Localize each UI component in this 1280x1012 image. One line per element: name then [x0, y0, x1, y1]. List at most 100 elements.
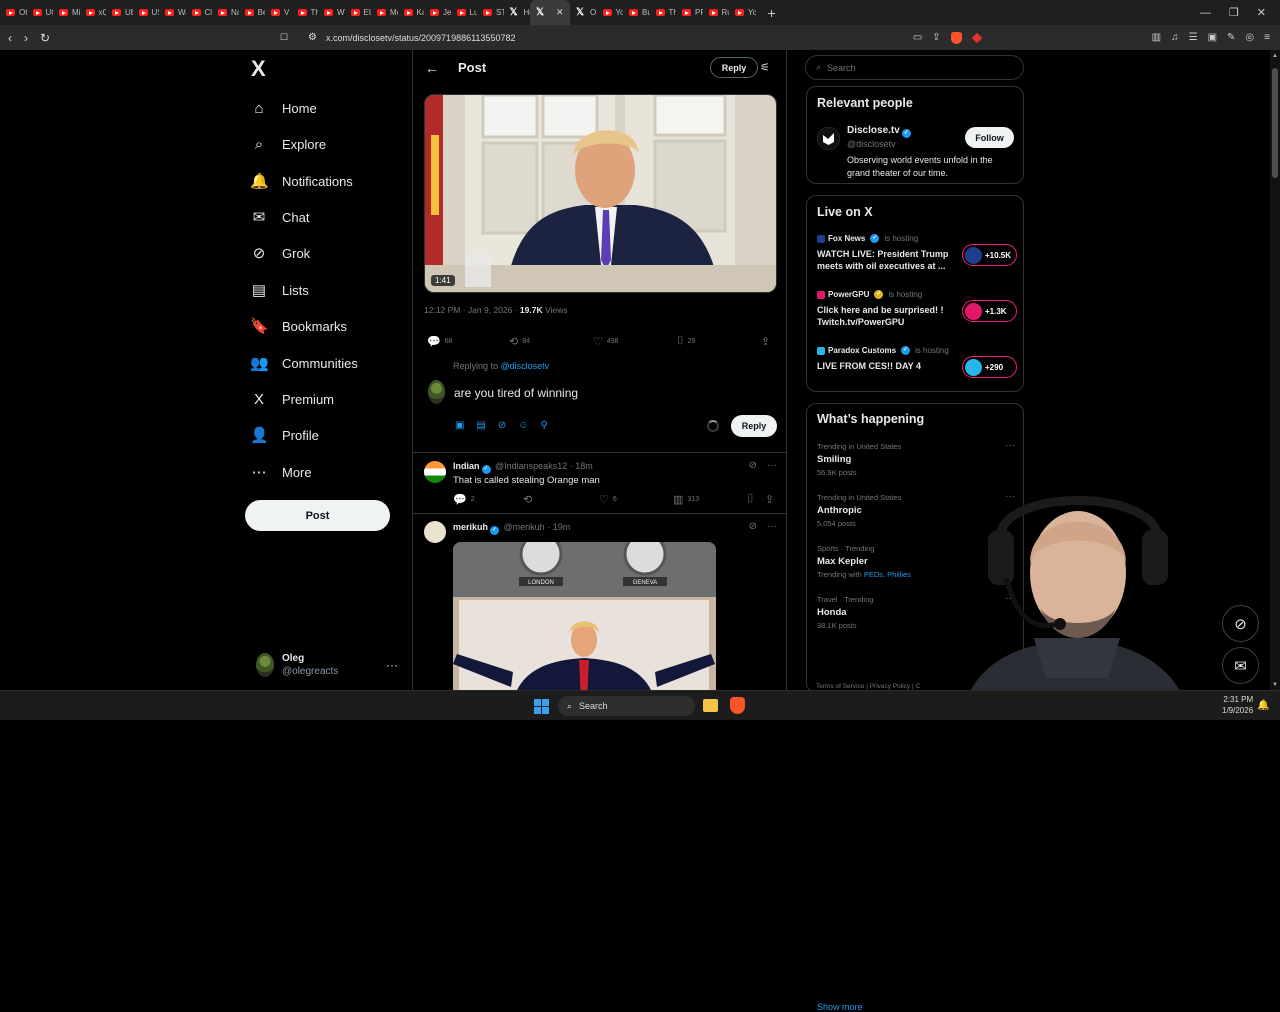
show-more-link[interactable]: Show more	[817, 1002, 863, 1012]
nav-item-grok[interactable]: ⊘ Grok	[250, 241, 310, 265]
reply-action[interactable]: 💬 2	[453, 493, 475, 506]
browser-tab[interactable]: V F	[265, 0, 292, 25]
browser-tab[interactable]: Kai	[398, 0, 424, 25]
browser-tab[interactable]: Ru	[703, 0, 729, 25]
browser-tab[interactable]: Bu	[623, 0, 650, 25]
nav-item-communities[interactable]: 👥 Communities	[250, 351, 358, 375]
trend-related-links[interactable]: PEDs, Phillies	[864, 570, 911, 579]
browser-tab[interactable]: Jer	[424, 0, 451, 25]
brave-shields-icon[interactable]	[950, 31, 962, 44]
more-dots-icon[interactable]: ···	[386, 658, 398, 672]
browser-tab[interactable]: UC	[27, 0, 53, 25]
notification-bell-icon[interactable]: 🔔	[1257, 700, 1269, 711]
reply-author-handle[interactable]: @merikuh	[504, 522, 545, 532]
more-dots-icon[interactable]: ···	[767, 521, 777, 532]
live-item[interactable]: Paradox Customs ✓ is hosting LIVE FROM CES!…	[817, 346, 1017, 392]
scroll-up-icon[interactable]: ▲	[1272, 53, 1278, 59]
x-logo[interactable]: X	[251, 56, 266, 82]
back-nav-icon[interactable]: ‹	[8, 31, 12, 45]
browser-tab[interactable]: WV	[318, 0, 345, 25]
taskbar-search[interactable]: ⌕ Search	[558, 696, 695, 716]
grok-fab[interactable]: ⊘	[1222, 605, 1259, 642]
nav-item-bookmarks[interactable]: 🔖 Bookmarks	[250, 314, 347, 338]
more-dots-icon[interactable]: ···	[767, 460, 777, 471]
profile-handle[interactable]: @disclosetv	[847, 139, 896, 149]
reply-composer-input[interactable]	[454, 384, 704, 402]
repost-action[interactable]: ⟲	[523, 493, 532, 506]
image-icon[interactable]: ▣	[455, 420, 464, 431]
reply-author-name[interactable]: Indian	[453, 461, 480, 471]
listener-count-pill[interactable]: +290	[962, 356, 1017, 378]
like-action[interactable]: ♡ 6	[599, 493, 617, 506]
reload-icon[interactable]: ↻	[40, 31, 50, 45]
disclosetv-avatar[interactable]	[817, 127, 840, 150]
brave-rewards-icon[interactable]	[971, 32, 982, 43]
share-icon[interactable]: ⇪	[932, 32, 940, 43]
grok-icon[interactable]: ⊘	[498, 420, 506, 431]
browser-tab[interactable]: Mc	[371, 0, 398, 25]
cast-icon[interactable]: ▭	[913, 32, 922, 43]
bookmark-page-icon[interactable]: ☐	[280, 32, 288, 43]
share-action[interactable]: ⇪	[765, 493, 774, 506]
sidebar-toggle-icon[interactable]: ▥	[1152, 32, 1161, 43]
listener-count-pill[interactable]: +10.5K	[962, 244, 1017, 266]
browser-tab[interactable]: Mi	[53, 0, 80, 25]
maximize-icon[interactable]: ❐	[1229, 6, 1239, 19]
browser-tab[interactable]: Wa	[159, 0, 186, 25]
browser-tab[interactable]: Yo	[729, 0, 756, 25]
browser-tab[interactable]: Na	[212, 0, 239, 25]
filter-icon[interactable]: ⚟	[760, 61, 770, 74]
browser-tab[interactable]: Clu	[186, 0, 212, 25]
browser-tab[interactable]: 𝕏Ho	[504, 0, 531, 25]
browser-tab[interactable]: Lu	[451, 0, 477, 25]
live-item[interactable]: Fox News ✓ is hosting WATCH LIVE: President…	[817, 234, 1017, 280]
nav-item-more[interactable]: ⋯ More	[250, 460, 312, 484]
close-window-icon[interactable]: ✕	[1257, 6, 1266, 19]
emoji-icon[interactable]: ☺	[518, 420, 528, 431]
reply-submit-button[interactable]: Reply	[731, 415, 777, 437]
grok-explain-icon[interactable]: ⊘	[749, 521, 757, 532]
system-clock[interactable]: 2:31 PM 1/9/2026	[1222, 694, 1253, 716]
share-action[interactable]: ⇪	[761, 335, 770, 348]
gif-icon[interactable]: ▤	[476, 420, 485, 431]
address-bar[interactable]: ☐ ⚙ x.com/disclosetv/status/200971988611…	[280, 29, 980, 46]
browser-tab[interactable]: US	[133, 0, 159, 25]
nav-item-lists[interactable]: ▤ Lists	[250, 278, 309, 302]
browser-tab[interactable]: 𝕏OS	[570, 0, 597, 25]
listener-count-pill[interactable]: +1.3K	[962, 300, 1017, 322]
browser-tab[interactable]: Ott	[0, 0, 27, 25]
nav-item-home[interactable]: ⌂ Home	[250, 96, 316, 120]
reply-image[interactable]: LONDON GENEVA	[453, 542, 716, 700]
more-dots-icon[interactable]: ···	[1005, 440, 1015, 451]
back-arrow-icon[interactable]: ←	[425, 60, 439, 76]
browser-tab[interactable]: EU	[345, 0, 371, 25]
forward-nav-icon[interactable]: ›	[24, 31, 28, 45]
browser-tab[interactable]: Yo	[597, 0, 623, 25]
page-scrollbar[interactable]: ▲ ▼	[1270, 50, 1280, 690]
live-item[interactable]: PowerGPU ✓ is hosting Click here and be sur…	[817, 290, 1017, 336]
vpn-icon[interactable]: ◎	[1245, 32, 1254, 43]
reading-list-icon[interactable]: ☰	[1189, 32, 1198, 43]
nav-item-notifications[interactable]: 🔔 Notifications	[250, 169, 353, 193]
trend-item[interactable]: Trending in United States Smiling 56.9K po…	[817, 440, 1017, 477]
browser-tab[interactable]: 𝕏 ✕	[530, 0, 570, 25]
post-video[interactable]: 1:41	[424, 94, 777, 293]
nav-item-profile[interactable]: 👤 Profile	[250, 423, 319, 447]
brave-browser-icon[interactable]	[730, 697, 745, 714]
footer-links[interactable]: Terms of Service | Privacy Policy | C	[816, 683, 920, 690]
messages-fab[interactable]: ✉	[1222, 647, 1259, 684]
extensions-icon[interactable]: ✎	[1227, 32, 1235, 43]
wallet-icon[interactable]: ▣	[1208, 32, 1217, 43]
site-info-icon[interactable]: ⚙	[308, 32, 317, 43]
close-tab-icon[interactable]: ✕	[556, 7, 564, 18]
post-button[interactable]: Post	[245, 500, 390, 531]
nav-item-premium[interactable]: X Premium	[250, 387, 334, 411]
file-explorer-icon[interactable]	[703, 699, 718, 712]
browser-tab[interactable]: Be	[239, 0, 265, 25]
windows-start-icon[interactable]	[534, 699, 549, 714]
header-reply-button[interactable]: Reply	[710, 57, 758, 78]
views-action[interactable]: ▥ 313	[673, 493, 699, 506]
scrollbar-thumb[interactable]	[1272, 68, 1278, 178]
reply-author-name[interactable]: merikuh	[453, 522, 488, 532]
search-box[interactable]: ⌕ Search	[805, 55, 1024, 80]
